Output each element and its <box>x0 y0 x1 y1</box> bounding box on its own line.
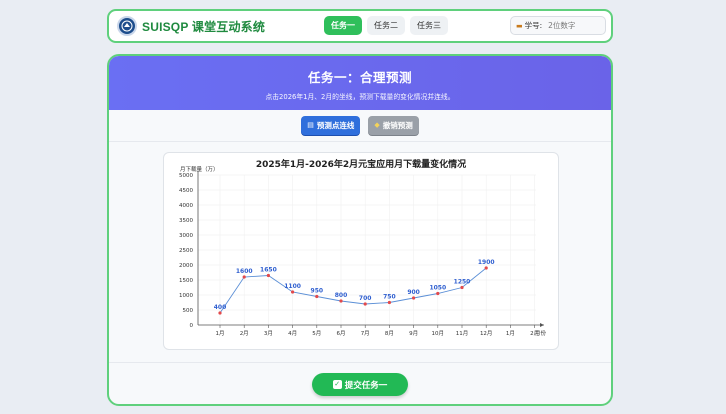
data-label: 1100 <box>284 283 301 290</box>
student-id-box: ▬ 学号: <box>510 16 606 35</box>
data-point <box>412 296 416 300</box>
id-badge-icon: ▬ <box>516 21 523 30</box>
task-tabs: 任务一 任务二 任务三 <box>324 16 448 35</box>
school-logo-icon <box>117 16 137 36</box>
data-label: 950 <box>311 288 324 295</box>
predict-connect-button[interactable]: ▤ 预测点连线 <box>301 116 361 135</box>
chart-icon: ▤ <box>307 121 314 129</box>
data-label: 1250 <box>454 279 471 286</box>
data-point <box>387 300 391 305</box>
predict-connect-label: 预测点连线 <box>316 121 355 130</box>
submit-task-button[interactable]: ✓ 提交任务一 <box>312 373 408 396</box>
task-subtitle: 点击2026年1月、2月的坐线，预测下载量的变化情况并连线。 <box>265 93 455 101</box>
y-tick-label: 5000 <box>179 173 193 179</box>
data-label: 900 <box>407 289 420 296</box>
data-point <box>315 294 319 299</box>
tab-task-3[interactable]: 任务三 <box>410 16 448 35</box>
x-tick-label: 5月 <box>312 330 321 337</box>
x-tick-label: 9月 <box>409 330 418 337</box>
tab-task-2[interactable]: 任务二 <box>367 16 405 35</box>
series-line <box>219 267 487 314</box>
undo-predict-button[interactable]: ◆ 撤销预测 <box>368 116 419 135</box>
x-axis-label: 月份 <box>535 329 547 337</box>
task-card: 任务一：合理预测 点击2026年1月、2月的坐线，预测下载量的变化情况并连线。 … <box>107 54 613 406</box>
student-id-label: 学号: <box>524 21 543 30</box>
eraser-icon: ◆ <box>374 121 380 129</box>
x-tick-label: 3月 <box>264 330 273 337</box>
y-tick-label: 500 <box>183 308 194 314</box>
x-tick-label: 2月 <box>240 330 249 337</box>
data-point <box>242 275 246 279</box>
x-tick-label: 8月 <box>385 330 394 337</box>
x-tick-label: 7月 <box>361 330 370 337</box>
data-label: 700 <box>359 295 372 302</box>
task-title: 任务一：合理预测 <box>307 70 412 85</box>
y-tick-label: 2000 <box>179 263 193 269</box>
y-tick-label: 2500 <box>179 248 193 254</box>
y-tick-label: 4000 <box>179 203 193 209</box>
top-navigation-bar: SUISQP 课堂互动系统 任务一 任务二 任务三 ▬ 学号: <box>107 9 613 43</box>
data-point <box>291 290 295 294</box>
action-toolbar: ▤ 预测点连线 ◆ 撤销预测 <box>109 110 611 142</box>
data-point <box>436 291 440 296</box>
data-label: 1650 <box>260 267 277 274</box>
y-tick-label: 3500 <box>179 218 193 224</box>
student-id-input[interactable] <box>548 21 599 30</box>
data-label: 800 <box>335 292 348 299</box>
data-point <box>266 273 270 278</box>
x-tick-label: 11月 <box>456 330 469 337</box>
card-footer: ✓ 提交任务一 <box>109 362 611 404</box>
x-axis-arrow <box>540 323 544 327</box>
x-tick-label: 6月 <box>337 330 346 337</box>
check-icon: ✓ <box>332 380 342 389</box>
data-point <box>339 299 343 303</box>
submit-task-label: 提交任务一 <box>344 380 388 391</box>
y-tick-label: 1500 <box>179 278 193 284</box>
data-label: 1900 <box>478 259 495 266</box>
data-point <box>460 285 464 290</box>
chart-panel: 2025年1月-2026年2月元宝应用月下载量变化情况 月下载量（万） 0 500… <box>163 152 559 350</box>
data-label: 1050 <box>429 285 446 292</box>
undo-predict-label: 撤销预测 <box>382 121 413 130</box>
y-tick-label: 3000 <box>179 233 193 239</box>
x-tick-label: 1月 <box>216 330 225 337</box>
line-chart[interactable]: 0 500 1000 1500 2000 2500 3000 3500 4000 4500 5000… <box>164 153 560 351</box>
x-tick-label: 10月 <box>432 330 445 337</box>
data-label: 400 <box>214 304 227 311</box>
tab-task-1[interactable]: 任务一 <box>324 16 362 35</box>
data-point <box>484 266 488 270</box>
y-tick-label: 1000 <box>179 293 193 299</box>
data-label: 750 <box>383 294 396 301</box>
data-point <box>363 302 367 306</box>
app-brand-title: SUISQP 课堂互动系统 <box>142 20 266 34</box>
x-tick-label: 1月 <box>506 330 515 337</box>
y-tick-label: 4500 <box>179 188 193 194</box>
x-tick-label: 12月 <box>480 330 493 337</box>
data-label: 1600 <box>236 268 253 275</box>
data-point <box>218 311 222 315</box>
task-header: 任务一：合理预测 点击2026年1月、2月的坐线，预测下载量的变化情况并连线。 <box>109 56 611 110</box>
x-tick-label: 4月 <box>288 330 297 337</box>
y-tick-label: 0 <box>190 323 194 329</box>
